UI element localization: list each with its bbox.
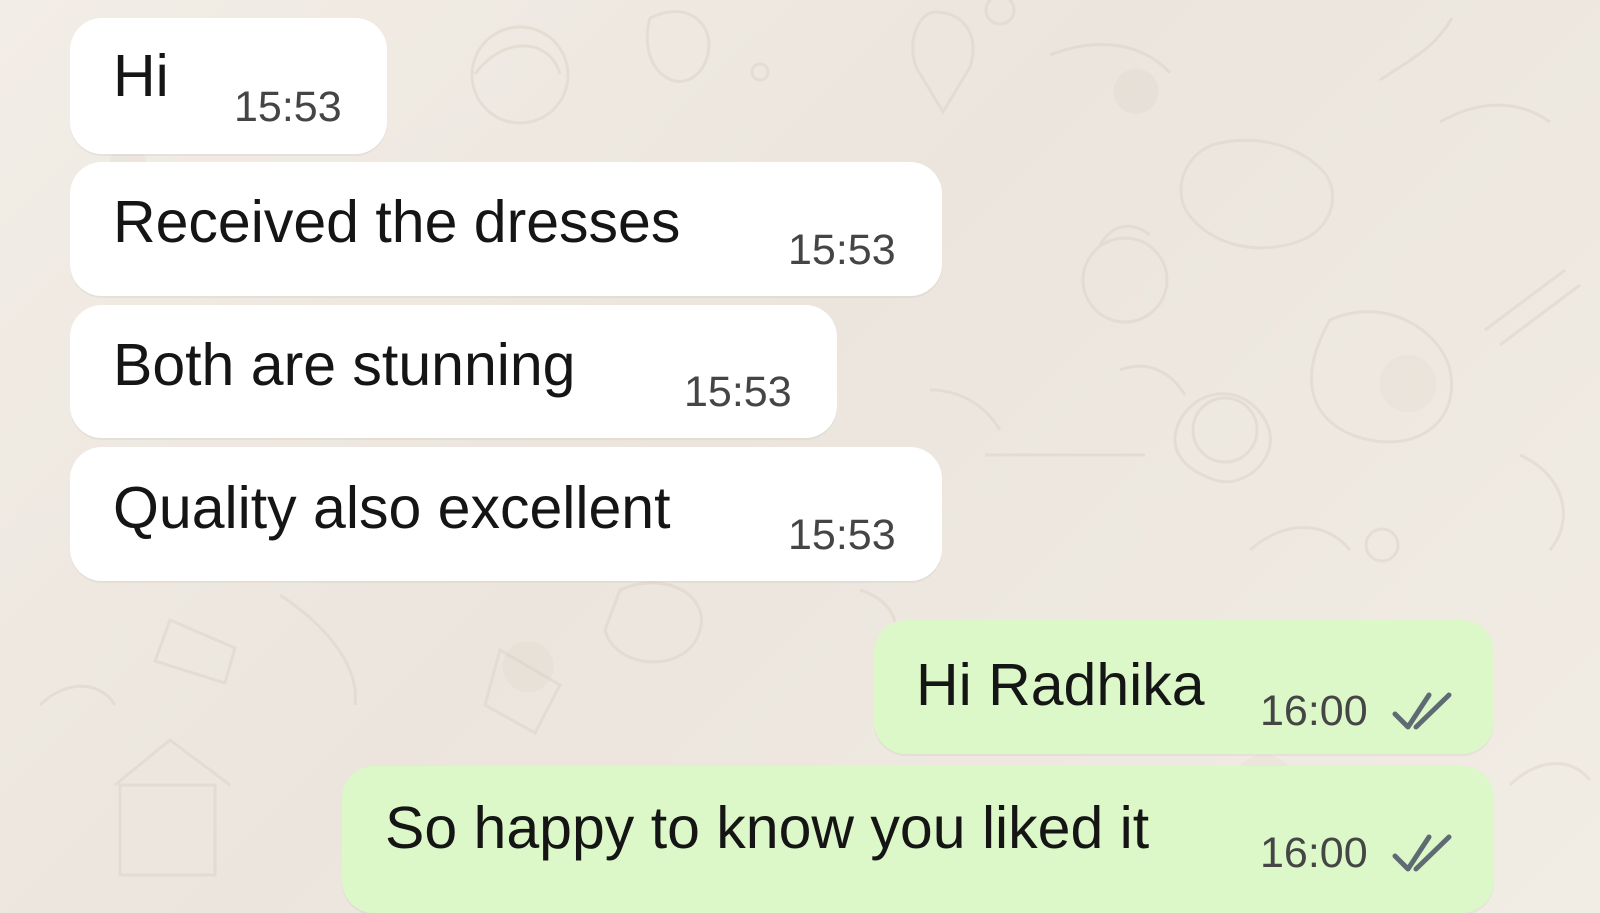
message-time: 16:00 <box>1260 687 1368 735</box>
message-time: 15:53 <box>788 511 896 559</box>
incoming-message-bubble[interactable]: Received the dresses 15:53 <box>70 162 942 296</box>
outgoing-message-bubble[interactable]: So happy to know you liked it 16:00 <box>342 766 1494 913</box>
double-check-icon <box>1392 834 1452 872</box>
message-text: Quality also excellent <box>113 475 671 541</box>
incoming-message-bubble[interactable]: Both are stunning 15:53 <box>70 305 837 438</box>
message-time: 16:00 <box>1260 829 1368 877</box>
message-text: Received the dresses <box>113 189 681 255</box>
chat-conversation: Hi 15:53 Received the dresses 15:53 Both… <box>0 0 1600 913</box>
message-text: Hi <box>113 43 169 109</box>
message-time: 15:53 <box>684 368 792 416</box>
message-text: Hi Radhika <box>916 652 1205 718</box>
message-time: 15:53 <box>788 226 896 274</box>
double-check-icon <box>1392 692 1452 730</box>
incoming-message-bubble[interactable]: Quality also excellent 15:53 <box>70 447 942 581</box>
message-text: Both are stunning <box>113 332 576 398</box>
message-time: 15:53 <box>234 83 342 131</box>
incoming-message-bubble[interactable]: Hi 15:53 <box>70 18 387 154</box>
message-text: So happy to know you liked it <box>385 795 1150 861</box>
outgoing-message-bubble[interactable]: Hi Radhika 16:00 <box>874 620 1494 754</box>
